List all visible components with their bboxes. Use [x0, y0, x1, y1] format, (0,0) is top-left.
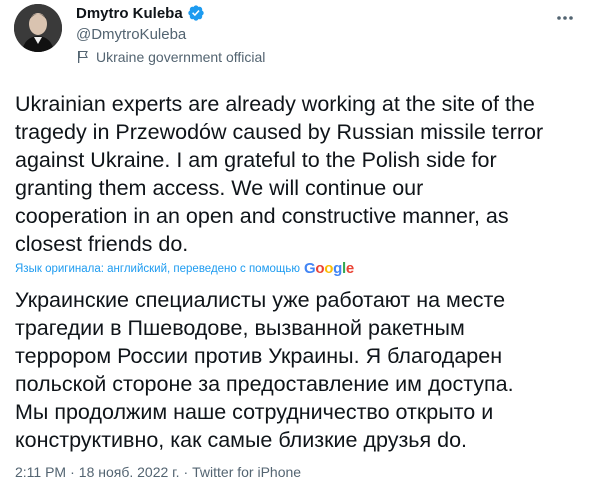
tweet-date[interactable]: 18 нояб. 2022 г. [79, 464, 180, 480]
author-name[interactable]: Dmytro Kuleba [76, 4, 205, 22]
tweet-source[interactable]: Twitter for iPhone [192, 464, 301, 480]
google-logo: Google [303, 260, 354, 277]
meta-separator: · [70, 464, 75, 480]
government-label: Ukraine government official [76, 49, 265, 65]
author-name-text[interactable]: Dmytro Kuleba [76, 5, 183, 22]
flag-icon [78, 50, 88, 63]
author-handle[interactable]: @DmytroKuleba [76, 26, 186, 43]
translated-text: Украинские специалисты уже работают на м… [15, 288, 514, 452]
tweet-time[interactable]: 2:11 PM [15, 464, 66, 480]
avatar-image [14, 4, 62, 52]
more-dots-icon [557, 16, 573, 20]
tweet-text: Ukrainian experts are already working at… [15, 92, 544, 256]
avatar[interactable] [14, 4, 62, 52]
verified-badge-icon [188, 5, 204, 21]
translation-note[interactable]: Язык оригинала: английский, переведено с… [15, 260, 354, 277]
meta-separator-2: · [183, 464, 189, 480]
more-options-button[interactable] [550, 6, 580, 30]
tweet-metadata: 2:11 PM · 18 нояб. 2022 г. · Twitter for… [15, 464, 301, 480]
translation-note-text[interactable]: Язык оригинала: английский, переведено с… [15, 263, 300, 275]
government-label-text: Ukraine government official [96, 49, 266, 65]
